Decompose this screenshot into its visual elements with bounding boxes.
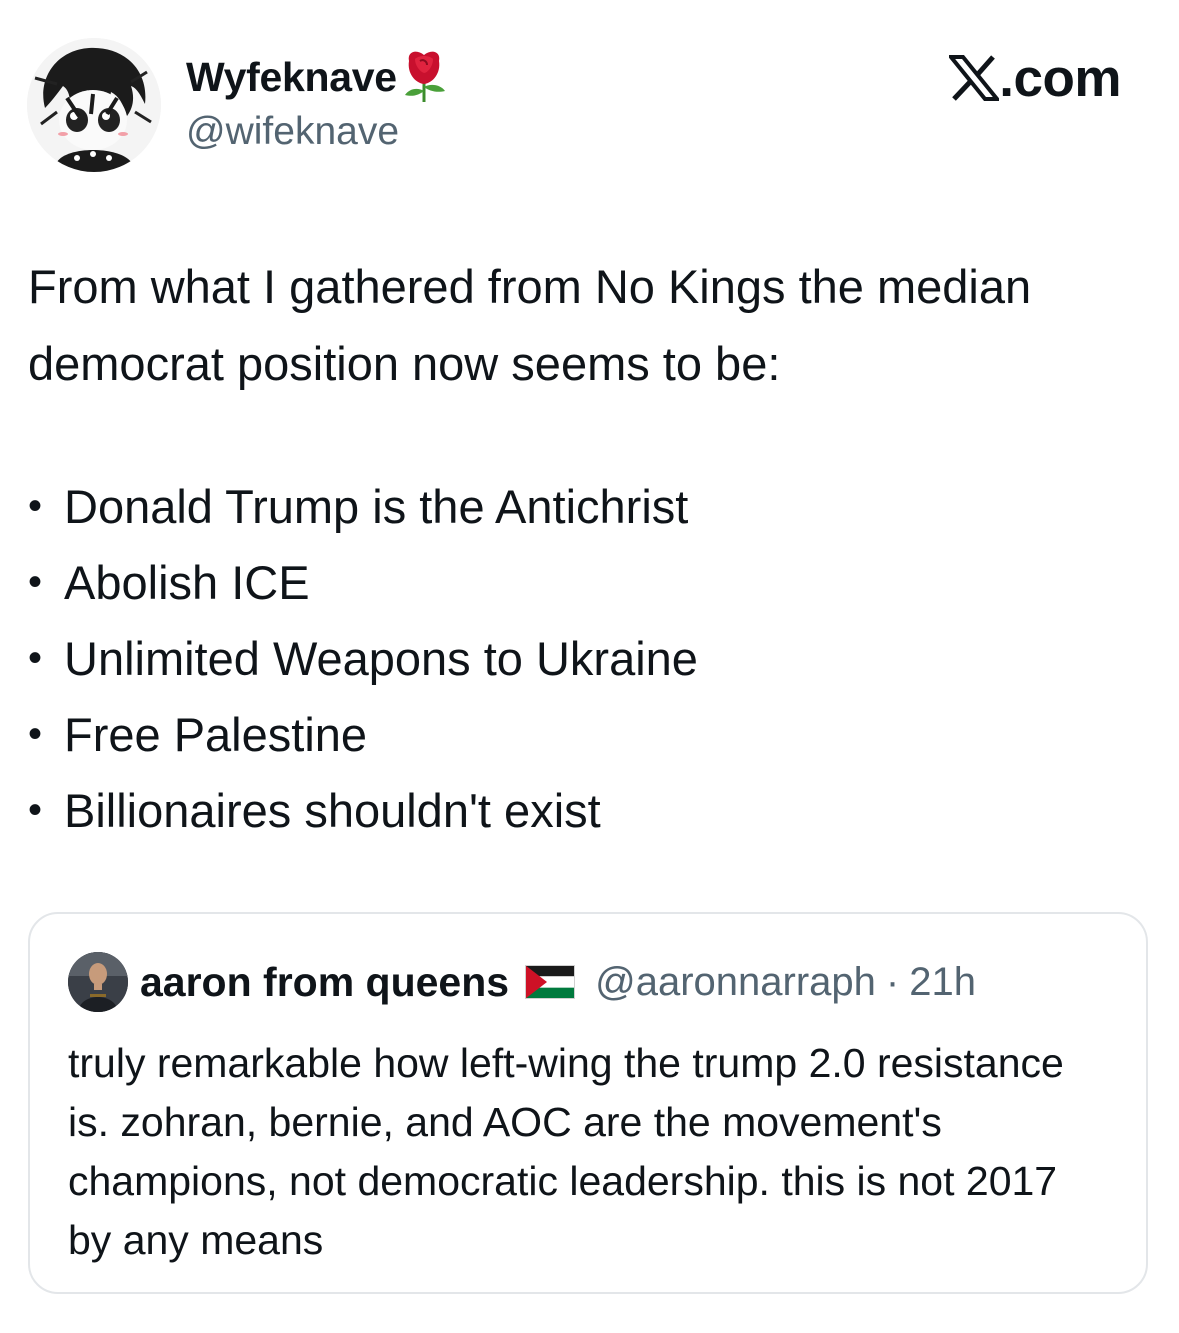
source-label: .com: [999, 48, 1121, 108]
meta-separator: ·: [885, 959, 900, 1004]
x-logo-icon: [949, 55, 1000, 101]
bullet-text: Unlimited Weapons to Ukraine: [64, 631, 698, 685]
bullet-marker: •: [28, 559, 43, 604]
author-handle[interactable]: @wifeknave: [186, 110, 399, 154]
bullet-text: Billionaires shouldn't exist: [64, 783, 601, 837]
bullet-text: Donald Trump is the Antichrist: [64, 479, 689, 533]
list-item: • Donald Trump is the Antichrist: [28, 468, 698, 544]
quoted-tweet-timestamp[interactable]: 21h: [909, 960, 976, 1005]
bullet-marker: •: [28, 711, 43, 756]
list-item: • Billionaires shouldn't exist: [28, 772, 698, 848]
quoted-tweet-card[interactable]: aaron from queens @aaronnarraph · 21h tr…: [28, 912, 1148, 1294]
person-avatar-icon: [68, 952, 128, 1012]
bullet-marker: •: [28, 483, 43, 528]
quoted-tweet-header: aaron from queens @aaronnarraph · 21h: [68, 952, 976, 1012]
bullet-marker: •: [28, 635, 43, 680]
bullet-text: Free Palestine: [64, 707, 368, 761]
tweet-bullet-list: • Donald Trump is the Antichrist • Aboli…: [28, 468, 698, 848]
quoted-author-display-name[interactable]: aaron from queens: [140, 959, 509, 1006]
quoted-author-avatar[interactable]: [68, 952, 128, 1012]
anime-avatar-icon: [27, 38, 161, 172]
bullet-text: Abolish ICE: [64, 555, 310, 609]
source-watermark: .com: [949, 48, 1121, 108]
bullet-marker: •: [28, 787, 43, 832]
quoted-tweet-body: truly remarkable how left-wing the trump…: [68, 1040, 1064, 1263]
palestine-flag-icon: [525, 965, 576, 999]
author-display-name[interactable]: Wyfeknave: [186, 54, 397, 101]
list-item: • Free Palestine: [28, 696, 698, 772]
author-name-row[interactable]: Wyfeknave: [186, 51, 449, 102]
list-item: • Unlimited Weapons to Ukraine: [28, 620, 698, 696]
author-avatar[interactable]: [27, 38, 161, 172]
tweet-body-intro: From what I gathered from No Kings the m…: [28, 260, 1032, 390]
list-item: • Abolish ICE: [28, 544, 698, 620]
rose-icon: [404, 51, 445, 102]
tweet-header: Wyfeknave @wifeknave .com: [0, 0, 1179, 200]
quoted-author-handle[interactable]: @aaronnarraph: [595, 960, 876, 1005]
